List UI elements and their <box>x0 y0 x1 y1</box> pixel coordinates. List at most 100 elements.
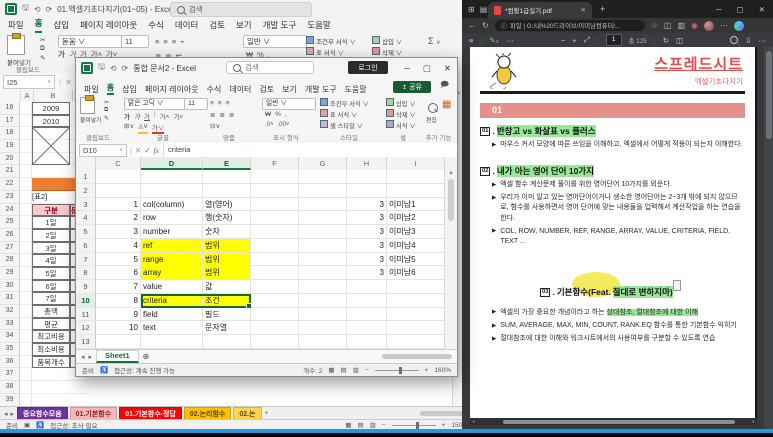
row-header[interactable]: 5 <box>76 225 96 239</box>
row-header[interactable]: 19 <box>0 140 20 153</box>
cell[interactable]: 열(영어) <box>203 198 251 212</box>
more-icon[interactable]: ⋯ <box>759 36 767 45</box>
cell[interactable]: 품목개수 <box>32 356 70 369</box>
cell[interactable]: 5일 <box>32 267 70 280</box>
worksheet-grid[interactable]: 1231col(column)열(영어)3이미남142row행(숫자)3이미남2… <box>76 170 457 349</box>
paste-button[interactable]: 붙여넣기 <box>7 35 31 67</box>
col-header-a[interactable]: A <box>21 90 34 102</box>
row-header[interactable]: 16 <box>0 102 20 115</box>
cell[interactable] <box>251 225 299 239</box>
cell[interactable]: value <box>141 280 203 294</box>
cell[interactable]: 1 <box>96 198 141 212</box>
close-button[interactable]: ✕ <box>444 63 451 74</box>
cell[interactable] <box>20 204 32 217</box>
ribbon-tab[interactable]: 데이터 <box>229 84 251 95</box>
styles-buttons[interactable]: 조건부 서식 ∨ 표 서식 ∨ 셀 스타일 ∨ <box>320 98 369 130</box>
split-screen-icon[interactable]: ◫ <box>664 21 672 30</box>
ribbon-tab[interactable]: 삽입 <box>53 19 69 33</box>
row-header[interactable]: 4 <box>76 211 96 225</box>
zoom-level[interactable]: 150% <box>451 422 462 429</box>
col-header-g[interactable]: G <box>299 157 347 170</box>
cell[interactable]: 6 <box>96 266 141 280</box>
cell[interactable] <box>20 127 32 140</box>
more-icon[interactable]: ⋯ <box>720 21 728 30</box>
cell[interactable] <box>347 294 387 308</box>
ribbon-tab[interactable]: 홈 <box>107 82 114 95</box>
cell[interactable] <box>347 308 387 322</box>
tab-list-icon[interactable]: ▤ <box>480 5 488 14</box>
cell-styles-button[interactable]: 셀 스타일 ∨ <box>320 120 369 130</box>
addins-icon[interactable]: ▦ <box>442 99 451 110</box>
cell[interactable] <box>32 178 70 191</box>
cell[interactable] <box>251 239 299 253</box>
cell[interactable]: 값 <box>203 280 251 294</box>
cell[interactable]: 범위 <box>203 239 251 253</box>
cell[interactable] <box>96 335 141 349</box>
cell[interactable]: 7일 <box>32 292 70 305</box>
cell[interactable]: 2 <box>96 211 141 225</box>
draw-more-icon[interactable]: ⋯ <box>506 36 514 45</box>
row-header[interactable]: 33 <box>0 318 20 331</box>
conditional-format-button[interactable]: 조건부 서식 ∨ <box>306 36 356 46</box>
col-header-d[interactable]: D <box>141 157 203 170</box>
maximize-button[interactable]: ▢ <box>423 63 431 74</box>
row-header[interactable]: 25 <box>0 216 20 229</box>
zoom-out-icon[interactable]: − <box>382 422 386 429</box>
align-buttons-2[interactable]: ≣≣≣ <box>210 111 234 119</box>
view-layout-icon[interactable]: ▤ <box>357 421 363 429</box>
cell[interactable]: 범위 <box>203 266 251 280</box>
cell[interactable] <box>299 198 347 212</box>
horizontal-scrollbar[interactable] <box>420 411 462 416</box>
zoom-in-icon[interactable]: + <box>572 36 576 45</box>
cell[interactable] <box>347 184 387 198</box>
row-header[interactable]: 3 <box>76 198 96 212</box>
cell[interactable]: 3 <box>347 225 387 239</box>
cell[interactable]: 8 <box>96 294 141 308</box>
cell[interactable]: 3일 <box>32 242 70 255</box>
zoom-out-icon[interactable]: − <box>365 367 369 374</box>
row-header[interactable]: 7 <box>76 253 96 267</box>
cell[interactable]: 행(숫자) <box>203 211 251 225</box>
cell[interactable] <box>20 343 32 356</box>
font-size-select[interactable]: 11 <box>121 35 149 48</box>
cell[interactable]: 구분 <box>32 204 70 217</box>
cell[interactable] <box>299 239 347 253</box>
cell[interactable]: 1일 <box>32 216 70 229</box>
ribbon-tab[interactable]: 파일 <box>8 19 24 33</box>
cell[interactable] <box>299 184 347 198</box>
row-header[interactable]: 6 <box>76 239 96 253</box>
cell[interactable]: 4일 <box>32 254 70 267</box>
copilot-icon[interactable] <box>734 21 744 31</box>
zoom-slider[interactable] <box>392 425 436 426</box>
row-header[interactable]: 22 <box>0 178 20 191</box>
search-input[interactable]: 검색 <box>226 61 314 74</box>
favorite-icon[interactable]: ☆ <box>651 21 658 30</box>
row-header[interactable]: 39 <box>0 394 20 406</box>
cell[interactable] <box>387 294 445 308</box>
select-all-corner[interactable] <box>0 90 21 102</box>
row-header[interactable]: 2 <box>76 184 96 198</box>
cell[interactable] <box>251 294 299 308</box>
decimal-buttons[interactable]: .0˄.00˅ <box>265 122 289 128</box>
cell[interactable]: 10 <box>96 321 141 335</box>
cell[interactable]: 3 <box>347 198 387 212</box>
row-header[interactable]: 9 <box>76 280 96 294</box>
cell[interactable]: 조건 <box>203 294 251 308</box>
zoom-slider[interactable] <box>375 370 419 371</box>
cell[interactable] <box>20 318 32 331</box>
cell[interactable]: 6일 <box>32 280 70 293</box>
font-style-buttons[interactable]: 가가가|가˄가˅ <box>124 111 183 121</box>
search-icon[interactable] <box>730 36 738 44</box>
format-cells-button[interactable]: 서식 ∨ <box>386 120 416 130</box>
fit-page-icon[interactable]: ⤢ <box>584 35 590 45</box>
cell[interactable] <box>20 191 32 204</box>
sheet-tab[interactable]: 01.기본함수-정답 <box>119 407 182 421</box>
select-all-corner[interactable] <box>76 157 96 170</box>
cell[interactable]: col(column) <box>141 198 203 212</box>
cell[interactable] <box>203 170 251 184</box>
sheet-tab[interactable]: 중요함수모음 <box>17 407 68 421</box>
cell[interactable] <box>20 267 32 280</box>
view-break-icon[interactable]: ▥ <box>353 366 359 374</box>
share-button[interactable]: ↥ 공유 <box>393 81 431 93</box>
cell[interactable]: array <box>141 266 203 280</box>
